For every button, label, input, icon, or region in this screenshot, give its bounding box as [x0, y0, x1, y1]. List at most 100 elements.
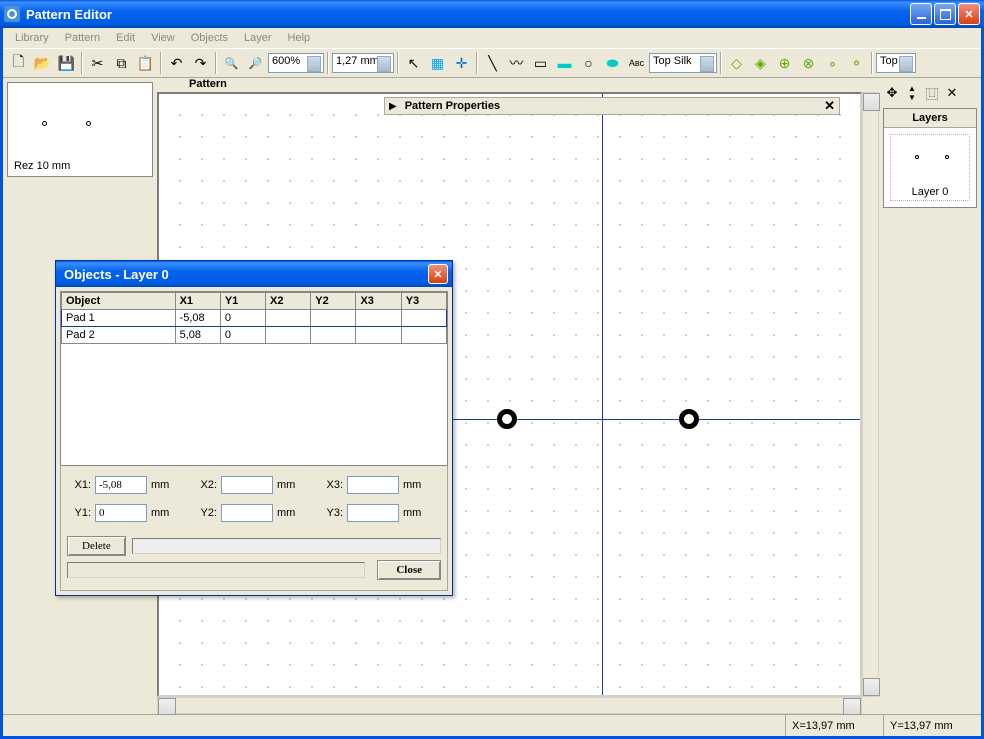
dialog-close-icon[interactable]: ✕: [428, 264, 448, 284]
titlebar: Pattern Editor: [0, 0, 984, 28]
col-x1[interactable]: X1: [175, 293, 220, 310]
canvas-pad1[interactable]: [497, 409, 517, 429]
origin-icon[interactable]: [450, 52, 473, 75]
measure-icon[interactable]: [426, 52, 449, 75]
close-button[interactable]: [958, 3, 980, 25]
polyline-icon[interactable]: [505, 52, 528, 75]
menu-view[interactable]: View: [145, 30, 181, 46]
layer-item[interactable]: Layer 0: [890, 134, 970, 201]
menu-help[interactable]: Help: [282, 30, 317, 46]
pad5-icon[interactable]: [821, 52, 844, 75]
delete-button[interactable]: Delete: [67, 536, 126, 556]
expand-arrow-icon[interactable]: ▶: [389, 101, 397, 112]
y1-label: Y1:: [67, 507, 91, 519]
menubar: Library Pattern Edit View Objects Layer …: [3, 28, 981, 48]
x2-input[interactable]: [221, 476, 273, 494]
preview-pad2-icon: [86, 121, 91, 126]
menu-objects[interactable]: Objects: [185, 30, 234, 46]
status-y: Y=13,97 mm: [883, 715, 981, 736]
undo-icon[interactable]: [165, 52, 188, 75]
x3-label: X3:: [319, 479, 343, 491]
crosshair-vertical: [602, 94, 603, 695]
x3-input[interactable]: [347, 476, 399, 494]
col-y1[interactable]: Y1: [220, 293, 265, 310]
pattern-properties-bar[interactable]: ▶ Pattern Properties ✕: [384, 97, 840, 115]
y2-input[interactable]: [221, 504, 273, 522]
filled-rect-icon[interactable]: [553, 52, 576, 75]
horizontal-scrollbar[interactable]: [157, 697, 862, 714]
cut-icon[interactable]: [86, 52, 109, 75]
zoom-combo[interactable]: 600%: [268, 53, 324, 73]
pad3-icon[interactable]: [773, 52, 796, 75]
app-icon: [4, 6, 20, 22]
delete-layer-icon[interactable]: [943, 84, 961, 102]
preview-label: Rez 10 mm: [14, 160, 70, 172]
arrange-layer-icon[interactable]: [923, 84, 941, 102]
select-icon[interactable]: [402, 52, 425, 75]
y2-label: Y2:: [193, 507, 217, 519]
pad4-icon[interactable]: [797, 52, 820, 75]
dialog-titlebar[interactable]: Objects - Layer 0 ✕: [56, 261, 452, 287]
maximize-button[interactable]: [934, 3, 956, 25]
y1-input[interactable]: [95, 504, 147, 522]
menu-layer[interactable]: Layer: [238, 30, 278, 46]
drawlayer-combo[interactable]: Top Silk: [649, 53, 717, 73]
paste-icon[interactable]: [134, 52, 157, 75]
pad6-icon[interactable]: [845, 52, 868, 75]
col-object[interactable]: Object: [62, 293, 176, 310]
layer-down-icon[interactable]: [903, 93, 921, 102]
dialog-scroll[interactable]: [132, 538, 441, 554]
objects-table[interactable]: Object X1 Y1 X2 Y2 X3 Y3 Pad 1 -5,08 0: [61, 292, 447, 344]
objects-dialog: Objects - Layer 0 ✕ Object X1 Y1 X2 Y2 X…: [55, 260, 453, 596]
close-button[interactable]: Close: [377, 560, 441, 580]
preview-box[interactable]: Rez 10 mm: [7, 82, 153, 177]
col-x3[interactable]: X3: [356, 293, 401, 310]
table-row[interactable]: Pad 2 5,08 0: [62, 327, 447, 344]
status-x: X=13,97 mm: [785, 715, 883, 736]
y3-input[interactable]: [347, 504, 399, 522]
new-icon[interactable]: [7, 52, 30, 75]
x2-label: X2:: [193, 479, 217, 491]
col-y3[interactable]: Y3: [401, 293, 446, 310]
rect-icon[interactable]: [529, 52, 552, 75]
text-icon[interactable]: [625, 52, 648, 75]
menu-pattern[interactable]: Pattern: [59, 30, 106, 46]
dialog-hscroll[interactable]: [67, 562, 365, 578]
open-icon[interactable]: [31, 52, 54, 75]
grid-combo[interactable]: 1,27 mm: [332, 53, 394, 73]
filled-circle-icon[interactable]: [601, 52, 624, 75]
move-layer-icon[interactable]: [883, 84, 901, 102]
layer-up-icon[interactable]: [903, 84, 921, 93]
menu-library[interactable]: Library: [9, 30, 55, 46]
save-icon[interactable]: [55, 52, 78, 75]
preview-pad1-icon: [42, 121, 47, 126]
padlayer-combo[interactable]: Top: [876, 53, 916, 73]
menu-edit[interactable]: Edit: [110, 30, 141, 46]
minimize-button[interactable]: [910, 3, 932, 25]
zoom-out-icon[interactable]: [220, 52, 243, 75]
col-x2[interactable]: X2: [266, 293, 311, 310]
zoom-in-icon[interactable]: [244, 52, 267, 75]
pad2-icon[interactable]: [749, 52, 772, 75]
circle-icon[interactable]: [577, 52, 600, 75]
layer-item-label: Layer 0: [893, 186, 967, 198]
pattern-properties-close-icon[interactable]: ✕: [824, 98, 835, 114]
canvas-title: Pattern: [157, 78, 879, 92]
y3-label: Y3:: [319, 507, 343, 519]
canvas-pad2[interactable]: [679, 409, 699, 429]
toolbar: 600% 1,27 mm Top Silk Top: [3, 48, 981, 78]
pattern-properties-label: Pattern Properties: [405, 100, 824, 112]
redo-icon[interactable]: [189, 52, 212, 75]
layers-title: Layers: [884, 109, 976, 128]
window-title: Pattern Editor: [26, 7, 910, 22]
col-y2[interactable]: Y2: [311, 293, 356, 310]
x1-input[interactable]: [95, 476, 147, 494]
vertical-scrollbar[interactable]: [862, 92, 879, 697]
x1-label: X1:: [67, 479, 91, 491]
table-row[interactable]: Pad 1 -5,08 0: [62, 310, 447, 327]
layers-sidebar: Layers Layer 0: [879, 78, 981, 714]
copy-icon[interactable]: [110, 52, 133, 75]
line-icon[interactable]: [481, 52, 504, 75]
pad-icon[interactable]: [725, 52, 748, 75]
statusbar: X=13,97 mm Y=13,97 mm: [3, 714, 981, 736]
